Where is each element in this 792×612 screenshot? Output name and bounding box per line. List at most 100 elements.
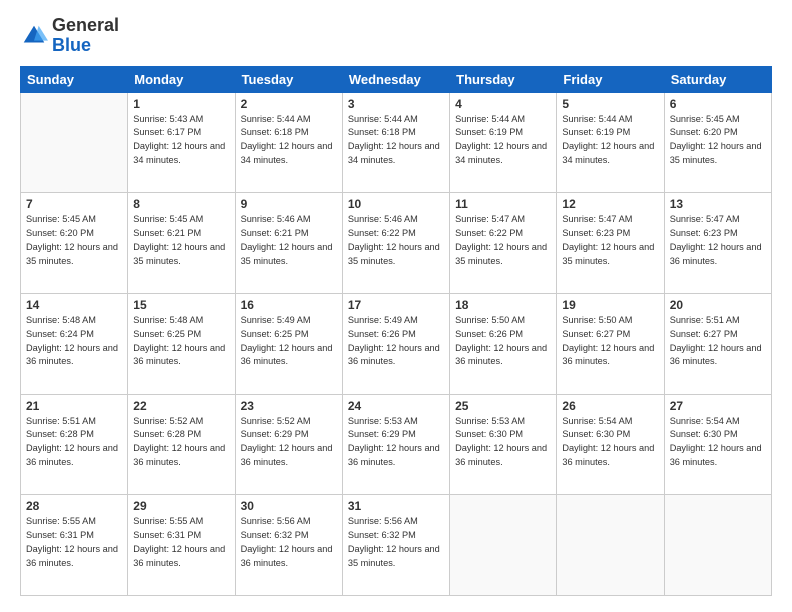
day-number: 22 <box>133 399 229 413</box>
calendar-cell: 1 Sunrise: 5:43 AMSunset: 6:17 PMDaylight… <box>128 92 235 193</box>
calendar-cell: 18 Sunrise: 5:50 AMSunset: 6:26 PMDayligh… <box>450 293 557 394</box>
col-header-thursday: Thursday <box>450 66 557 92</box>
day-number: 3 <box>348 97 444 111</box>
day-number: 31 <box>348 499 444 513</box>
day-number: 28 <box>26 499 122 513</box>
day-info: Sunrise: 5:47 AMSunset: 6:23 PMDaylight:… <box>670 213 766 268</box>
calendar-cell: 26 Sunrise: 5:54 AMSunset: 6:30 PMDayligh… <box>557 394 664 495</box>
calendar-cell: 11Sunrise: 5:47 AMSunset: 6:22 PMDayligh… <box>450 193 557 294</box>
calendar-cell: 29 Sunrise: 5:55 AMSunset: 6:31 PMDayligh… <box>128 495 235 596</box>
calendar-cell: 22Sunrise: 5:52 AMSunset: 6:28 PMDayligh… <box>128 394 235 495</box>
calendar-cell: 25 Sunrise: 5:53 AMSunset: 6:30 PMDayligh… <box>450 394 557 495</box>
col-header-monday: Monday <box>128 66 235 92</box>
calendar-cell: 6Sunrise: 5:45 AMSunset: 6:20 PMDaylight… <box>664 92 771 193</box>
calendar-cell: 5Sunrise: 5:44 AMSunset: 6:19 PMDaylight… <box>557 92 664 193</box>
day-info: Sunrise: 5:54 AMSunset: 6:30 PMDaylight:… <box>670 415 766 470</box>
calendar-cell: 8Sunrise: 5:45 AMSunset: 6:21 PMDaylight… <box>128 193 235 294</box>
calendar-cell: 12 Sunrise: 5:47 AMSunset: 6:23 PMDayligh… <box>557 193 664 294</box>
day-info: Sunrise: 5:51 AMSunset: 6:28 PMDaylight:… <box>26 415 122 470</box>
calendar-cell <box>557 495 664 596</box>
calendar-table: SundayMondayTuesdayWednesdayThursdayFrid… <box>20 66 772 596</box>
col-header-wednesday: Wednesday <box>342 66 449 92</box>
calendar-cell <box>450 495 557 596</box>
day-number: 11 <box>455 197 551 211</box>
calendar-cell: 10 Sunrise: 5:46 AMSunset: 6:22 PMDayligh… <box>342 193 449 294</box>
day-number: 8 <box>133 197 229 211</box>
calendar-cell: 13Sunrise: 5:47 AMSunset: 6:23 PMDayligh… <box>664 193 771 294</box>
calendar-cell: 27Sunrise: 5:54 AMSunset: 6:30 PMDayligh… <box>664 394 771 495</box>
day-info: Sunrise: 5:44 AMSunset: 6:18 PMDaylight:… <box>348 113 444 168</box>
day-number: 2 <box>241 97 337 111</box>
calendar-cell: 16 Sunrise: 5:49 AMSunset: 6:25 PMDayligh… <box>235 293 342 394</box>
day-number: 21 <box>26 399 122 413</box>
calendar-cell: 15 Sunrise: 5:48 AMSunset: 6:25 PMDayligh… <box>128 293 235 394</box>
day-info: Sunrise: 5:55 AMSunset: 6:31 PMDaylight:… <box>26 515 122 570</box>
day-number: 26 <box>562 399 658 413</box>
calendar-cell: 7 Sunrise: 5:45 AMSunset: 6:20 PMDaylight… <box>21 193 128 294</box>
calendar-cell: 3 Sunrise: 5:44 AMSunset: 6:18 PMDaylight… <box>342 92 449 193</box>
day-info: Sunrise: 5:50 AMSunset: 6:27 PMDaylight:… <box>562 314 658 369</box>
calendar-row: 1 Sunrise: 5:43 AMSunset: 6:17 PMDaylight… <box>21 92 772 193</box>
day-number: 14 <box>26 298 122 312</box>
calendar-cell: 24Sunrise: 5:53 AMSunset: 6:29 PMDayligh… <box>342 394 449 495</box>
col-header-tuesday: Tuesday <box>235 66 342 92</box>
day-info: Sunrise: 5:55 AMSunset: 6:31 PMDaylight:… <box>133 515 229 570</box>
day-info: Sunrise: 5:53 AMSunset: 6:30 PMDaylight:… <box>455 415 551 470</box>
day-number: 12 <box>562 197 658 211</box>
calendar-cell: 2 Sunrise: 5:44 AMSunset: 6:18 PMDaylight… <box>235 92 342 193</box>
calendar-cell: 4 Sunrise: 5:44 AMSunset: 6:19 PMDaylight… <box>450 92 557 193</box>
day-info: Sunrise: 5:49 AMSunset: 6:25 PMDaylight:… <box>241 314 337 369</box>
day-info: Sunrise: 5:54 AMSunset: 6:30 PMDaylight:… <box>562 415 658 470</box>
day-info: Sunrise: 5:44 AMSunset: 6:19 PMDaylight:… <box>455 113 551 168</box>
calendar-cell: 14 Sunrise: 5:48 AMSunset: 6:24 PMDayligh… <box>21 293 128 394</box>
logo-blue: Blue <box>52 35 91 55</box>
day-number: 23 <box>241 399 337 413</box>
day-info: Sunrise: 5:45 AMSunset: 6:20 PMDaylight:… <box>670 113 766 168</box>
calendar-row: 14 Sunrise: 5:48 AMSunset: 6:24 PMDayligh… <box>21 293 772 394</box>
calendar-cell: 28 Sunrise: 5:55 AMSunset: 6:31 PMDayligh… <box>21 495 128 596</box>
day-number: 29 <box>133 499 229 513</box>
logo-icon <box>20 22 48 50</box>
day-info: Sunrise: 5:56 AMSunset: 6:32 PMDaylight:… <box>348 515 444 570</box>
header: General Blue <box>20 16 772 56</box>
day-number: 4 <box>455 97 551 111</box>
day-number: 16 <box>241 298 337 312</box>
page: General Blue SundayMondayTuesdayWednesda… <box>0 0 792 612</box>
day-info: Sunrise: 5:46 AMSunset: 6:22 PMDaylight:… <box>348 213 444 268</box>
day-number: 18 <box>455 298 551 312</box>
calendar-cell: 20Sunrise: 5:51 AMSunset: 6:27 PMDayligh… <box>664 293 771 394</box>
calendar-cell: 17 Sunrise: 5:49 AMSunset: 6:26 PMDayligh… <box>342 293 449 394</box>
calendar-cell: 30Sunrise: 5:56 AMSunset: 6:32 PMDayligh… <box>235 495 342 596</box>
day-number: 10 <box>348 197 444 211</box>
day-info: Sunrise: 5:49 AMSunset: 6:26 PMDaylight:… <box>348 314 444 369</box>
col-header-friday: Friday <box>557 66 664 92</box>
day-number: 17 <box>348 298 444 312</box>
day-info: Sunrise: 5:50 AMSunset: 6:26 PMDaylight:… <box>455 314 551 369</box>
day-number: 24 <box>348 399 444 413</box>
logo-general: General <box>52 15 119 35</box>
day-info: Sunrise: 5:44 AMSunset: 6:18 PMDaylight:… <box>241 113 337 168</box>
day-info: Sunrise: 5:56 AMSunset: 6:32 PMDaylight:… <box>241 515 337 570</box>
col-header-sunday: Sunday <box>21 66 128 92</box>
day-number: 9 <box>241 197 337 211</box>
calendar-cell <box>664 495 771 596</box>
day-info: Sunrise: 5:45 AMSunset: 6:20 PMDaylight:… <box>26 213 122 268</box>
day-number: 15 <box>133 298 229 312</box>
day-number: 25 <box>455 399 551 413</box>
day-info: Sunrise: 5:51 AMSunset: 6:27 PMDaylight:… <box>670 314 766 369</box>
calendar-cell: 19 Sunrise: 5:50 AMSunset: 6:27 PMDayligh… <box>557 293 664 394</box>
day-info: Sunrise: 5:47 AMSunset: 6:23 PMDaylight:… <box>562 213 658 268</box>
logo-text: General Blue <box>52 16 119 56</box>
calendar-row: 7 Sunrise: 5:45 AMSunset: 6:20 PMDaylight… <box>21 193 772 294</box>
col-header-saturday: Saturday <box>664 66 771 92</box>
day-number: 5 <box>562 97 658 111</box>
calendar-row: 28 Sunrise: 5:55 AMSunset: 6:31 PMDayligh… <box>21 495 772 596</box>
day-info: Sunrise: 5:48 AMSunset: 6:24 PMDaylight:… <box>26 314 122 369</box>
day-number: 1 <box>133 97 229 111</box>
calendar-row: 21 Sunrise: 5:51 AMSunset: 6:28 PMDayligh… <box>21 394 772 495</box>
day-number: 7 <box>26 197 122 211</box>
day-info: Sunrise: 5:43 AMSunset: 6:17 PMDaylight:… <box>133 113 229 168</box>
day-number: 19 <box>562 298 658 312</box>
calendar-cell <box>21 92 128 193</box>
day-info: Sunrise: 5:48 AMSunset: 6:25 PMDaylight:… <box>133 314 229 369</box>
